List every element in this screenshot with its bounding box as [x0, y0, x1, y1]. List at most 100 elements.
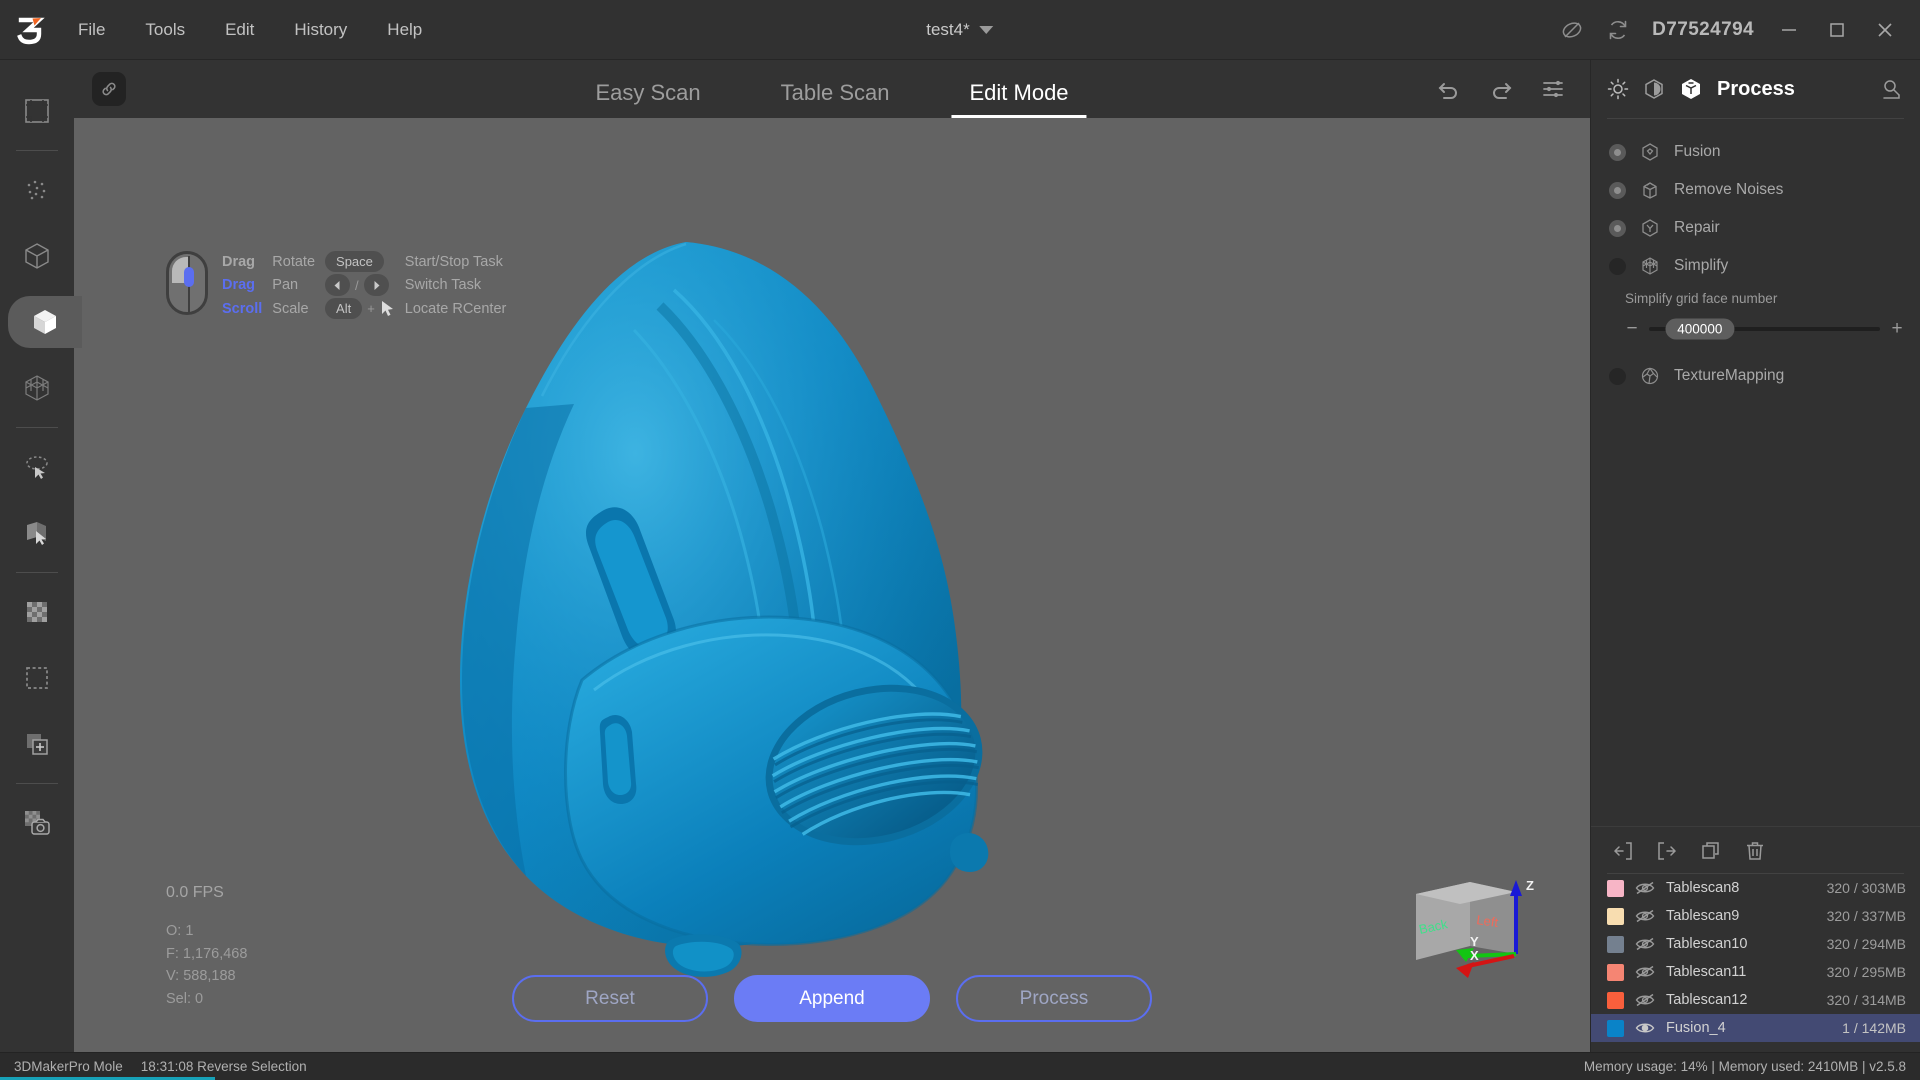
- 3d-viewport[interactable]: Drag Rotate Space Start/Stop Task Drag P…: [74, 118, 1590, 1052]
- project-selector[interactable]: test4*: [926, 20, 994, 40]
- delete-trash-icon[interactable]: [1743, 839, 1767, 863]
- sync-refresh-icon[interactable]: [1606, 18, 1630, 42]
- process-item-remove-noises[interactable]: Remove Noises: [1591, 171, 1920, 209]
- mesh-cube-icon[interactable]: [8, 362, 66, 414]
- face-count: F: 1,176,468: [166, 945, 248, 962]
- toggle-simplify[interactable]: [1609, 257, 1626, 275]
- svg-text:Y: Y: [1470, 934, 1479, 949]
- camera-snapshot-icon[interactable]: [8, 797, 66, 849]
- sun-brightness-icon[interactable]: [1607, 78, 1629, 100]
- toggle-repair[interactable]: [1609, 219, 1626, 237]
- tab-easy-scan[interactable]: Easy Scan: [595, 80, 700, 118]
- frame-crop-icon[interactable]: [8, 85, 66, 137]
- decrement-button[interactable]: −: [1625, 318, 1639, 340]
- eye-hidden-icon[interactable]: [1635, 936, 1655, 952]
- link-chain-icon[interactable]: [92, 72, 126, 106]
- marquee-select-icon[interactable]: [8, 652, 66, 704]
- scan-row-tablescan12[interactable]: Tablescan12 320 / 314MB: [1591, 986, 1920, 1014]
- color-swatch[interactable]: [1607, 935, 1624, 953]
- title-bar: File Tools Edit History Help test4* D775…: [0, 0, 1920, 60]
- scan-list: Tablescan8 320 / 303MB Tablescan9 320 / …: [1591, 874, 1920, 1052]
- right-panel: Process Fusion Remove Noises Repair Simp…: [1590, 60, 1920, 1052]
- scan-list-toolbar: [1591, 826, 1920, 873]
- slider-track[interactable]: 400000: [1649, 318, 1880, 340]
- slider-value[interactable]: 400000: [1665, 318, 1735, 340]
- increment-button[interactable]: +: [1890, 318, 1904, 340]
- menu-item-file[interactable]: File: [72, 14, 111, 46]
- status-log-message: 18:31:08 Reverse Selection: [140, 1059, 307, 1074]
- process-item-repair[interactable]: Repair: [1591, 209, 1920, 247]
- shortcut-grid: Drag Rotate Space Start/Stop Task Drag P…: [222, 251, 506, 319]
- import-icon[interactable]: [1611, 839, 1635, 863]
- export-icon[interactable]: [1655, 839, 1679, 863]
- process-label-remove-noises: Remove Noises: [1674, 181, 1784, 198]
- chevron-down-icon: [979, 25, 994, 34]
- eye-hidden-icon[interactable]: [1635, 880, 1655, 896]
- reset-button[interactable]: Reset: [512, 975, 708, 1022]
- simplify-slider[interactable]: − 400000 +: [1625, 318, 1904, 340]
- lasso-select-icon[interactable]: [8, 441, 66, 493]
- process-button[interactable]: Process: [956, 975, 1152, 1022]
- keycap-space: Space: [325, 251, 395, 272]
- object-count: O: 1: [166, 923, 194, 940]
- sliders-settings-icon[interactable]: [1540, 76, 1566, 102]
- checkerboard-icon[interactable]: [8, 586, 66, 638]
- add-layer-icon[interactable]: [8, 718, 66, 770]
- toggle-fusion[interactable]: [1609, 143, 1626, 161]
- menu-item-help[interactable]: Help: [381, 14, 428, 46]
- main-body: Easy Scan Table Scan Edit Mode Drag Rota…: [0, 60, 1920, 1052]
- redo-icon[interactable]: [1488, 76, 1514, 102]
- eye-visible-icon[interactable]: [1635, 1020, 1655, 1036]
- color-swatch[interactable]: [1607, 991, 1624, 1009]
- maximize-icon[interactable]: [1824, 17, 1850, 43]
- color-swatch[interactable]: [1607, 1019, 1624, 1037]
- svg-text:X: X: [1470, 948, 1479, 963]
- collapse-panel-icon[interactable]: [1880, 77, 1904, 101]
- remove-noise-cube-icon: [1640, 180, 1660, 200]
- process-item-texture-mapping[interactable]: TextureMapping: [1591, 350, 1920, 395]
- minimize-icon[interactable]: [1776, 17, 1802, 43]
- panel-title: Process: [1717, 77, 1795, 100]
- tab-edit-mode[interactable]: Edit Mode: [951, 80, 1087, 118]
- process-label-texture-mapping: TextureMapping: [1674, 367, 1785, 384]
- duplicate-icon[interactable]: [1699, 839, 1723, 863]
- tab-bar-tools: [1436, 76, 1590, 102]
- toggle-remove-noises[interactable]: [1609, 181, 1626, 199]
- close-icon[interactable]: [1872, 17, 1898, 43]
- cursor-arrow-icon: [380, 300, 395, 317]
- scan-row-tablescan11[interactable]: Tablescan11 320 / 295MB: [1591, 958, 1920, 986]
- scan-stats: 320 / 295MB: [1826, 964, 1906, 980]
- append-button[interactable]: Append: [734, 975, 930, 1022]
- solid-cube-icon[interactable]: [8, 296, 82, 348]
- color-swatch[interactable]: [1607, 963, 1624, 981]
- color-swatch[interactable]: [1607, 879, 1624, 897]
- toggle-texture-mapping[interactable]: [1609, 367, 1626, 385]
- toolbar-divider: [16, 427, 58, 428]
- scan-row-fusion-4[interactable]: Fusion_4 1 / 142MB: [1591, 1014, 1920, 1042]
- wireframe-cube-icon[interactable]: [8, 230, 66, 282]
- undo-icon[interactable]: [1436, 76, 1462, 102]
- shortcut-action-scale: Scale: [272, 300, 309, 317]
- eye-hidden-icon[interactable]: [1635, 964, 1655, 980]
- color-swatch[interactable]: [1607, 907, 1624, 925]
- status-device-name: 3DMakerPro Mole: [14, 1059, 123, 1074]
- menu-bar: File Tools Edit History Help: [72, 14, 428, 46]
- scan-row-tablescan9[interactable]: Tablescan9 320 / 337MB: [1591, 902, 1920, 930]
- menu-item-edit[interactable]: Edit: [219, 14, 260, 46]
- plane-select-icon[interactable]: [8, 507, 66, 559]
- menu-item-history[interactable]: History: [288, 14, 353, 46]
- scan-row-tablescan8[interactable]: Tablescan8 320 / 303MB: [1591, 874, 1920, 902]
- process-item-simplify[interactable]: Simplify: [1591, 247, 1920, 285]
- menu-item-tools[interactable]: Tools: [139, 14, 191, 46]
- application-window: File Tools Edit History Help test4* D775…: [0, 0, 1920, 1080]
- tab-table-scan[interactable]: Table Scan: [781, 80, 890, 118]
- scan-row-tablescan10[interactable]: Tablescan10 320 / 294MB: [1591, 930, 1920, 958]
- eye-hidden-icon[interactable]: [1635, 992, 1655, 1008]
- orientation-gizmo[interactable]: Back Left Z Y X: [1408, 870, 1548, 990]
- scan-name: Tablescan9: [1666, 908, 1740, 924]
- point-cloud-icon[interactable]: [8, 164, 66, 216]
- process-item-fusion[interactable]: Fusion: [1591, 133, 1920, 171]
- eye-hidden-icon[interactable]: [1635, 908, 1655, 924]
- network-disabled-icon[interactable]: [1560, 18, 1584, 42]
- contrast-icon[interactable]: [1643, 78, 1665, 100]
